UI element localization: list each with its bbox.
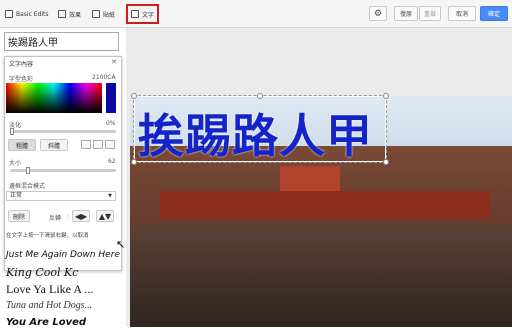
tab-stickers[interactable]: 貼紙: [89, 5, 118, 23]
font-item[interactable]: Just Me Again Down Here: [6, 250, 120, 260]
undo-button[interactable]: 復原: [394, 6, 418, 21]
size-slider-thumb[interactable]: [26, 167, 31, 174]
popup-title: 文字內容: [9, 61, 34, 68]
hue-slider[interactable]: [106, 83, 116, 113]
hint-text: 在文字上按一下滑鼠右鍵，以取消: [6, 233, 89, 239]
chevron-down-icon: ▼: [108, 193, 112, 199]
font-item[interactable]: You Are Loved: [6, 317, 86, 328]
resize-handle-bottom-left[interactable]: [131, 159, 137, 165]
flip-horizontal-button[interactable]: ◀▶: [72, 210, 90, 222]
tab-label: 貼紙: [103, 11, 116, 19]
fade-slider[interactable]: [10, 130, 116, 133]
size-value: 62: [108, 158, 116, 165]
adjust-icon: [5, 10, 13, 18]
sticker-icon: [92, 10, 100, 18]
tab-text[interactable]: 文字: [126, 4, 160, 24]
blend-label: 邊框混合模式: [9, 183, 46, 190]
delete-button[interactable]: 刪除: [8, 210, 30, 222]
color-hex-value: 2100CA: [92, 74, 116, 81]
blend-mode-value: 正常: [10, 192, 23, 199]
resize-handle-bottom-right[interactable]: [383, 159, 389, 165]
align-left-icon[interactable]: [81, 140, 91, 149]
italic-button[interactable]: 斜體: [40, 139, 68, 151]
text-content-input[interactable]: [4, 32, 119, 51]
align-center-icon[interactable]: [93, 140, 103, 149]
flip-vertical-button[interactable]: ▲▼: [96, 210, 114, 222]
text-icon: [131, 10, 139, 18]
font-item[interactable]: Love Ya Like A ...: [6, 282, 93, 297]
tab-basic-edits[interactable]: Basic Edits: [2, 5, 52, 23]
fade-value: 0%: [106, 120, 116, 127]
color-label: 字型色彩: [9, 76, 34, 83]
temple-roof: [160, 191, 490, 219]
top-toolbar: Basic Edits 效果 貼紙 文字 ⚙ 復原 重做 取消 確定: [0, 0, 512, 28]
flip-colon: :: [67, 213, 70, 220]
font-item[interactable]: Tuna and Hot Dogs...: [6, 300, 92, 311]
fade-slider-thumb[interactable]: [10, 128, 14, 135]
blend-mode-select[interactable]: 正常 ▼: [6, 191, 116, 201]
color-picker-cursor[interactable]: [66, 71, 71, 76]
size-label: 大小: [9, 160, 22, 167]
flip-label: 反轉: [49, 215, 62, 222]
tab-effects[interactable]: 效果: [55, 5, 84, 23]
font-item[interactable]: King Cool Kc: [6, 266, 78, 279]
align-right-icon[interactable]: [105, 140, 115, 149]
color-picker[interactable]: [6, 83, 102, 113]
cancel-button[interactable]: 取消: [448, 6, 476, 21]
tab-label: 效果: [69, 11, 82, 19]
redo-button[interactable]: 重做: [419, 6, 441, 21]
left-panel: 文字內容 ✕ 字型色彩 2100CA 淡化 0% 粗體 斜體 大小 62 邊框混…: [0, 28, 126, 328]
tab-label: 文字: [142, 11, 155, 19]
effects-icon: [58, 10, 66, 18]
mouse-cursor-icon: ↖: [116, 238, 126, 251]
temple-columns: [130, 226, 512, 327]
done-button[interactable]: 確定: [480, 6, 508, 21]
settings-gear-icon[interactable]: ⚙: [369, 6, 387, 21]
resize-handle-top[interactable]: [257, 93, 263, 99]
canvas-overlay-text[interactable]: 挨踢路人甲: [138, 100, 373, 166]
resize-handle-top-right[interactable]: [383, 93, 389, 99]
temple-plaque-area: [280, 166, 340, 191]
tab-label: Basic Edits: [16, 10, 49, 18]
resize-handle-top-left[interactable]: [131, 93, 137, 99]
close-icon[interactable]: ✕: [111, 58, 117, 66]
bold-button[interactable]: 粗體: [8, 139, 36, 151]
